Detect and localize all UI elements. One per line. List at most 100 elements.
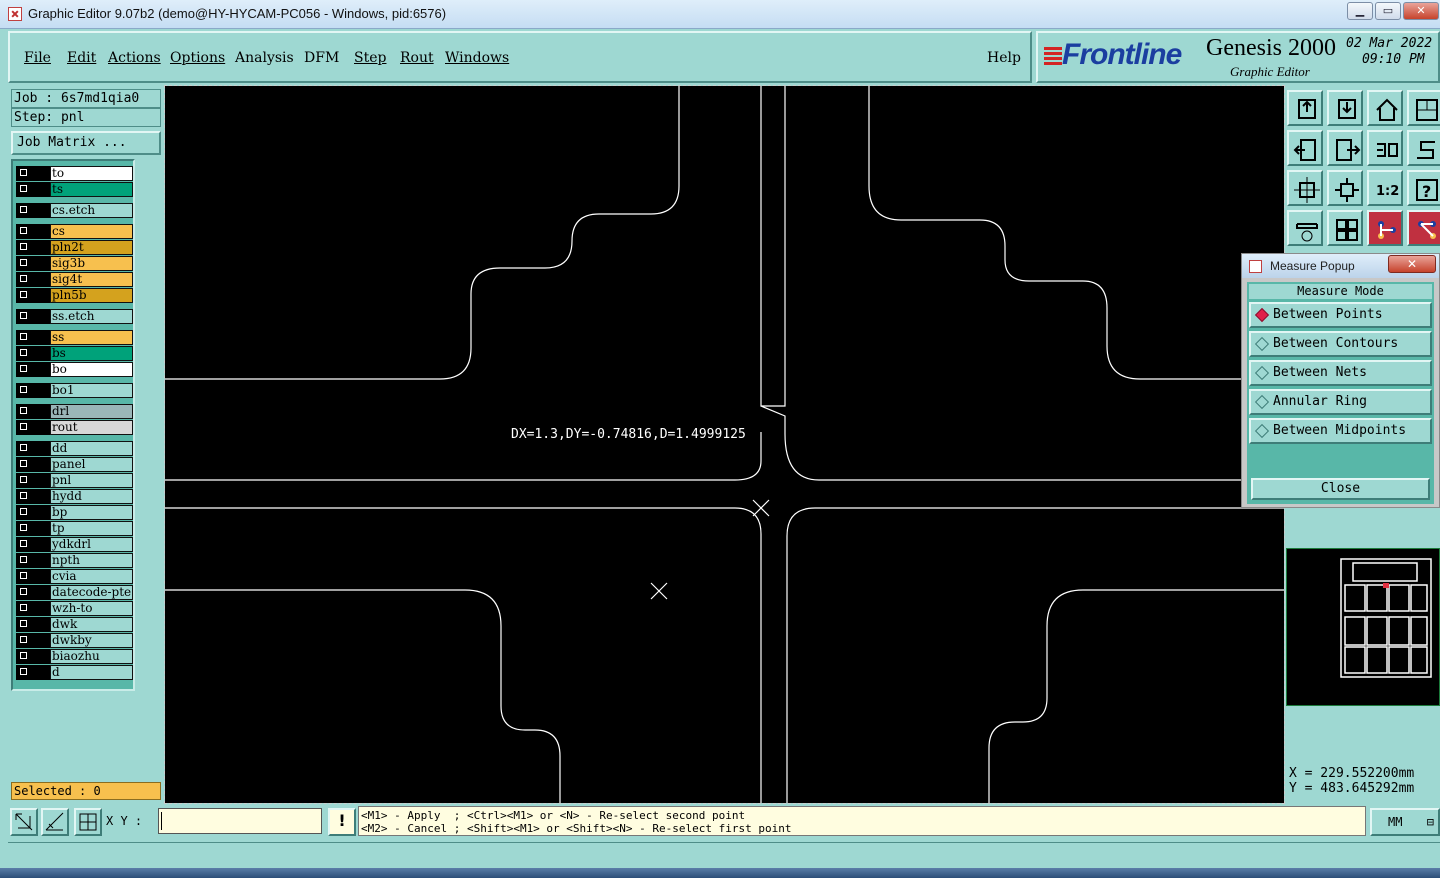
xy-input[interactable]: [158, 808, 322, 834]
layer-name[interactable]: to: [50, 166, 133, 181]
close-window-button[interactable]: ✕: [1403, 2, 1439, 20]
grid-snap-icon[interactable]: [74, 808, 102, 836]
menu-options[interactable]: Options: [170, 50, 225, 66]
zoom-center-button[interactable]: [1327, 170, 1363, 206]
layer-up-button[interactable]: [1287, 90, 1323, 126]
layer-checkbox[interactable]: [16, 309, 50, 324]
toolbox-button[interactable]: [1287, 210, 1323, 246]
measure-tool-icon[interactable]: [41, 808, 69, 836]
menu-windows[interactable]: Windows: [445, 50, 509, 66]
home-button[interactable]: [1367, 90, 1403, 126]
layer-row[interactable]: dwk: [16, 617, 133, 632]
layer-checkbox[interactable]: [16, 633, 50, 648]
layer-row[interactable]: cs: [16, 224, 133, 239]
layer-row[interactable]: to: [16, 166, 133, 181]
layer-name[interactable]: pln2t: [50, 240, 133, 255]
layer-checkbox[interactable]: [16, 272, 50, 287]
layer-name[interactable]: tp: [50, 521, 133, 536]
layer-checkbox[interactable]: [16, 569, 50, 584]
measure-option[interactable]: Between Midpoints: [1249, 418, 1432, 444]
units-selector[interactable]: MM ⊟: [1370, 808, 1440, 836]
layer-down-button[interactable]: [1327, 90, 1363, 126]
snap-button[interactable]: [1367, 130, 1403, 166]
window-button[interactable]: [1407, 90, 1440, 126]
layer-row[interactable]: bp: [16, 505, 133, 520]
layer-checkbox[interactable]: [16, 166, 50, 181]
layer-name[interactable]: cs: [50, 224, 133, 239]
layer-name[interactable]: dd: [50, 441, 133, 456]
fit-button[interactable]: [1287, 170, 1323, 206]
layer-checkbox[interactable]: [16, 505, 50, 520]
layer-row[interactable]: npth: [16, 553, 133, 568]
menu-rout[interactable]: Rout: [400, 50, 434, 66]
net-button[interactable]: [1367, 210, 1403, 246]
layer-row[interactable]: drl: [16, 404, 133, 419]
layer-name[interactable]: ss: [50, 330, 133, 345]
layer-row[interactable]: sig3b: [16, 256, 133, 271]
layer-name[interactable]: sig4t: [50, 272, 133, 287]
layer-name[interactable]: panel: [50, 457, 133, 472]
layer-checkbox[interactable]: [16, 473, 50, 488]
measure-option[interactable]: Annular Ring: [1249, 389, 1432, 415]
layer-row[interactable]: biaozhu: [16, 649, 133, 664]
layer-name[interactable]: ss.etch: [50, 309, 133, 324]
layer-row[interactable]: bs: [16, 346, 133, 361]
popup-close-icon[interactable]: ✕: [1388, 255, 1436, 273]
layer-checkbox[interactable]: [16, 346, 50, 361]
redo-button[interactable]: [1327, 130, 1363, 166]
layer-checkbox[interactable]: [16, 224, 50, 239]
layer-name[interactable]: bp: [50, 505, 133, 520]
layer-row[interactable]: dd: [16, 441, 133, 456]
layer-checkbox[interactable]: [16, 601, 50, 616]
layer-name[interactable]: bs: [50, 346, 133, 361]
popup-close-button[interactable]: Close: [1251, 478, 1430, 500]
layer-row[interactable]: dwkby: [16, 633, 133, 648]
layer-name[interactable]: dwk: [50, 617, 133, 632]
layer-checkbox[interactable]: [16, 521, 50, 536]
layer-row[interactable]: ss.etch: [16, 309, 133, 324]
job-matrix-button[interactable]: Job Matrix ...: [11, 131, 161, 155]
measure-option[interactable]: Between Contours: [1249, 331, 1432, 357]
menu-step[interactable]: Step: [354, 50, 386, 66]
layer-row[interactable]: ydkdrl: [16, 537, 133, 552]
layer-row[interactable]: sig4t: [16, 272, 133, 287]
layer-name[interactable]: ydkdrl: [50, 537, 133, 552]
layer-checkbox[interactable]: [16, 330, 50, 345]
layer-row[interactable]: cs.etch: [16, 203, 133, 218]
menu-actions[interactable]: Actions: [108, 50, 161, 66]
panel-overview[interactable]: [1286, 548, 1440, 706]
layer-name[interactable]: bo1: [50, 383, 133, 398]
layer-checkbox[interactable]: [16, 240, 50, 255]
layer-row[interactable]: datecode-pte: [16, 585, 133, 600]
layer-checkbox[interactable]: [16, 665, 50, 680]
layer-row[interactable]: cvia: [16, 569, 133, 584]
menu-help[interactable]: Help: [987, 50, 1021, 66]
layer-row[interactable]: bo1: [16, 383, 133, 398]
menu-file[interactable]: File: [24, 50, 51, 66]
layer-row[interactable]: panel: [16, 457, 133, 472]
layer-name[interactable]: bo: [50, 362, 133, 377]
layer-name[interactable]: cs.etch: [50, 203, 133, 218]
layer-checkbox[interactable]: [16, 441, 50, 456]
undo-button[interactable]: [1287, 130, 1323, 166]
layer-row[interactable]: pln2t: [16, 240, 133, 255]
layer-checkbox[interactable]: [16, 420, 50, 435]
layer-row[interactable]: d: [16, 665, 133, 680]
layer-row[interactable]: tp: [16, 521, 133, 536]
layer-checkbox[interactable]: [16, 404, 50, 419]
grid-button[interactable]: [1327, 210, 1363, 246]
snap-alt-button[interactable]: [1407, 130, 1440, 166]
layer-name[interactable]: biaozhu: [50, 649, 133, 664]
warning-button[interactable]: !: [328, 808, 356, 836]
layer-row[interactable]: wzh-to: [16, 601, 133, 616]
layer-row[interactable]: pnl: [16, 473, 133, 488]
layer-name[interactable]: hydd: [50, 489, 133, 504]
graphic-canvas[interactable]: DX=1.3,DY=-0.74816,D=1.4999125: [164, 85, 1285, 804]
measure-option[interactable]: Between Nets: [1249, 360, 1432, 386]
layer-checkbox[interactable]: [16, 362, 50, 377]
layer-name[interactable]: pnl: [50, 473, 133, 488]
menu-edit[interactable]: Edit: [67, 50, 96, 66]
menu-analysis[interactable]: Analysis: [235, 50, 294, 66]
layer-row[interactable]: ts: [16, 182, 133, 197]
zoom-box-icon[interactable]: [10, 808, 38, 836]
